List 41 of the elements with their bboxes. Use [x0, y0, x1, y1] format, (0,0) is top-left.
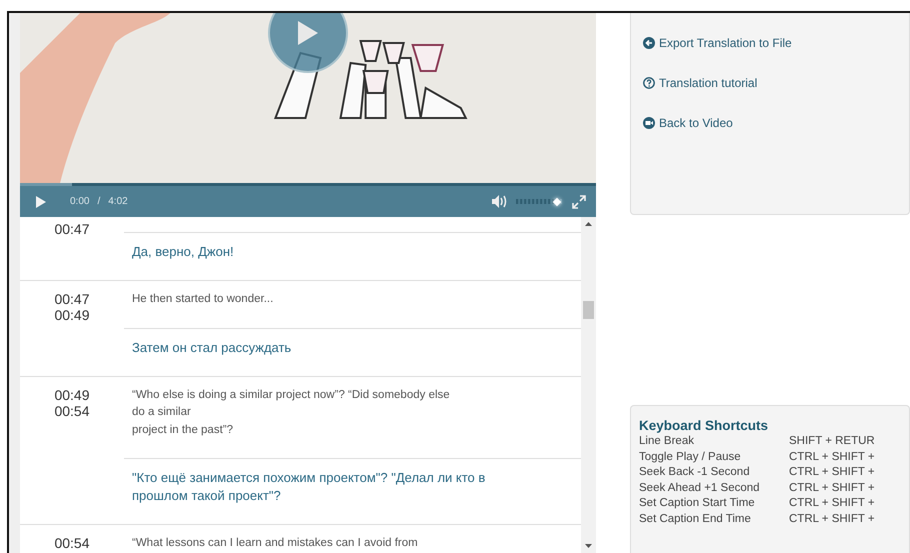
camera-icon [643, 117, 655, 129]
time-separator: / [97, 196, 100, 207]
shortcut-action: Seek Back -1 Second [639, 465, 751, 480]
start-time: 00:47 [54, 291, 90, 307]
shortcut-keys: SHIFT + RETUR [789, 434, 875, 450]
shortcut-action: Seek Ahead +1 Second [639, 480, 761, 496]
shortcut-action: Line Break [639, 434, 695, 449]
end-time: 00:54 [54, 402, 90, 418]
start-time: 00:49 [54, 386, 90, 402]
caption-text: He then started to wonder... [132, 292, 274, 307]
start-time: 00:54 [54, 535, 90, 551]
end-time: 00:47 [54, 221, 90, 237]
help-icon [643, 77, 655, 89]
scrollbar[interactable] [581, 217, 596, 553]
panel-title: Keyboard Shortcuts [639, 418, 770, 433]
action-link[interactable]: Export Translation to File [643, 36, 897, 50]
translation-text[interactable]: Затем он стал рассуждать [132, 338, 507, 356]
current-time: 0:00 [70, 196, 90, 207]
play-icon[interactable] [36, 196, 46, 208]
duration: 4:02 [108, 196, 128, 207]
shortcut-keys: CTRL + SHIFT + [789, 512, 875, 527]
shortcut-action: Set Caption Start Time [639, 496, 756, 511]
action-link[interactable]: Back to Video [643, 116, 897, 130]
shortcut-keys: CTRL + SHIFT + [789, 450, 875, 465]
caption-text: “What lessons can I learn and mistakes can I avoid from [132, 536, 419, 551]
action-link[interactable]: Translation tutorial [643, 76, 897, 90]
shortcut-action: Set Caption End Time [639, 512, 752, 526]
caption-text: “Who else is doing a similar project now”? “Did somebody else do a similar project in the past”? [132, 388, 451, 438]
translation-text[interactable]: Да, верно, Джон! [132, 243, 507, 261]
volume-slider[interactable] [516, 197, 562, 206]
volume-icon[interactable] [492, 195, 508, 208]
fullscreen-icon[interactable] [572, 194, 586, 208]
shortcut-keys: CTRL + SHIFT + [789, 465, 875, 480]
shortcut-keys: CTRL + SHIFT + [789, 496, 875, 512]
scroll-thumb[interactable] [583, 301, 594, 319]
shortcut-keys: CTRL + SHIFT + [789, 480, 875, 496]
shortcut-action: Toggle Play / Pause [639, 450, 742, 464]
play-icon [296, 19, 320, 47]
end-time: 00:49 [54, 307, 90, 323]
translation-text[interactable]: "Кто ещё занимается похожим проектом"? "Делал ли кто в прошлом такой проект"? [132, 469, 507, 505]
arrow-circle-icon [643, 37, 655, 49]
